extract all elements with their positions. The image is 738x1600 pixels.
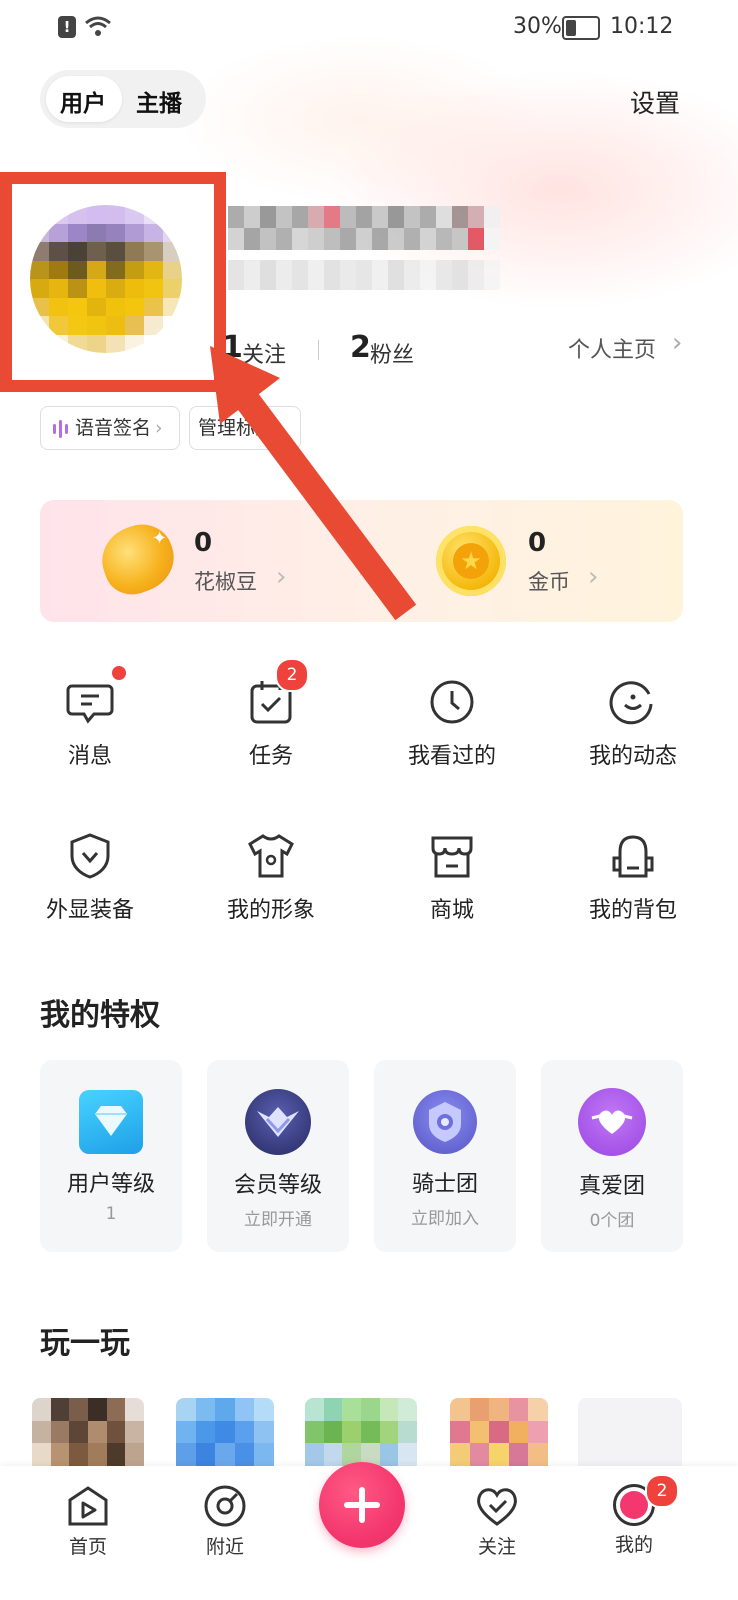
nav-mine-label: 我的 xyxy=(614,1534,653,1556)
menu-history[interactable]: 我看过的 xyxy=(372,678,532,770)
mine-badge: 2 xyxy=(645,1474,679,1508)
privilege-vip-level[interactable]: 会员等级 立即开通 xyxy=(207,1060,349,1252)
voice-signature-label: 语音签名 xyxy=(75,417,152,439)
nav-home[interactable]: 首页 xyxy=(43,1484,133,1559)
tab-user[interactable]: 用户 xyxy=(60,84,106,118)
nav-mine[interactable]: 2 我的 xyxy=(589,1474,679,1557)
knight-badge-icon xyxy=(413,1090,477,1154)
bean-icon[interactable] xyxy=(92,515,184,603)
privilege-user-level-sub: 1 xyxy=(105,1204,117,1224)
voice-wave-icon xyxy=(53,420,68,438)
nav-nearby-label: 附近 xyxy=(205,1536,244,1558)
settings-link[interactable]: 设置 xyxy=(630,84,680,120)
voice-signature-chip[interactable]: 语音签名 › xyxy=(40,406,180,450)
gold-coin-icon[interactable]: ★ xyxy=(436,526,506,596)
menu-tasks[interactable]: 2 任务 xyxy=(191,658,351,770)
moments-icon xyxy=(609,681,653,725)
role-switch[interactable]: 用户 主播 xyxy=(40,70,206,128)
status-bar: ! 30% 10:12 xyxy=(0,0,738,56)
clock: 10:12 xyxy=(610,14,674,39)
nav-follow[interactable]: 关注 xyxy=(452,1484,542,1559)
tshirt-icon xyxy=(248,834,294,878)
menu-backpack[interactable]: 我的背包 xyxy=(553,832,713,924)
diamond-icon xyxy=(79,1090,143,1154)
menu-avatar-look[interactable]: 我的形象 xyxy=(191,832,351,924)
privilege-true-love[interactable]: 真爱团 0个团 xyxy=(541,1060,683,1252)
privilege-knights-title: 骑士团 xyxy=(411,1172,478,1197)
privilege-vip-level-title: 会员等级 xyxy=(233,1173,322,1198)
play-title: 玩一玩 xyxy=(40,1326,130,1361)
privilege-user-level-title: 用户等级 xyxy=(66,1172,155,1197)
bottom-nav: 首页 附近 关注 2 我的 xyxy=(0,1462,738,1600)
user-id xyxy=(228,260,500,290)
battery-icon xyxy=(562,16,600,40)
menu-history-label: 我看过的 xyxy=(407,744,496,769)
annotation-arrow xyxy=(210,346,417,620)
chevron-right-icon: › xyxy=(155,417,163,439)
heart-badge-icon xyxy=(578,1088,646,1156)
nav-follow-label: 关注 xyxy=(477,1536,516,1558)
backpack-icon xyxy=(612,835,654,878)
homepage-link[interactable]: 个人主页 xyxy=(568,332,656,364)
chevron-right-icon: › xyxy=(672,328,683,358)
privilege-true-love-title: 真爱团 xyxy=(578,1174,645,1199)
menu-moments[interactable]: 我的动态 xyxy=(553,678,713,770)
create-button[interactable] xyxy=(319,1462,405,1548)
menu-equipment[interactable]: 外显装备 xyxy=(10,832,170,924)
privilege-true-love-sub: 0个团 xyxy=(589,1211,635,1231)
menu-backpack-label: 我的背包 xyxy=(588,898,677,923)
privilege-user-level[interactable]: 用户等级 1 xyxy=(40,1060,182,1252)
plus-icon xyxy=(344,1487,380,1523)
alert-icon: ! xyxy=(58,16,76,38)
wifi-icon xyxy=(85,16,111,36)
nickname xyxy=(228,206,500,250)
menu-tasks-label: 任务 xyxy=(248,744,293,769)
store-icon xyxy=(431,836,473,878)
nav-home-label: 首页 xyxy=(68,1536,107,1558)
tab-anchor[interactable]: 主播 xyxy=(136,84,182,118)
unread-dot xyxy=(112,666,126,680)
menu-avatar-look-label: 我的形象 xyxy=(226,898,315,923)
privileges-title: 我的特权 xyxy=(40,998,160,1033)
battery-percent: 30% xyxy=(513,14,562,39)
heart-check-icon xyxy=(477,1488,517,1526)
menu-store[interactable]: 商城 xyxy=(372,832,532,924)
privilege-knights[interactable]: 骑士团 立即加入 xyxy=(374,1060,516,1252)
vip-crest-icon xyxy=(245,1089,311,1155)
bean-sparkle-icon: ✦ xyxy=(152,528,168,549)
shield-icon xyxy=(70,833,110,879)
nearby-icon xyxy=(204,1485,246,1527)
coin-label[interactable]: 金币 xyxy=(528,566,570,596)
privilege-knights-sub: 立即加入 xyxy=(411,1209,479,1229)
message-icon xyxy=(66,684,114,724)
menu-moments-label: 我的动态 xyxy=(588,744,677,769)
chevron-right-icon: › xyxy=(588,562,599,592)
task-badge: 2 xyxy=(275,658,309,692)
coin-count[interactable]: 0 xyxy=(528,528,546,558)
menu-messages-label: 消息 xyxy=(67,744,112,769)
home-play-icon xyxy=(68,1486,108,1526)
menu-equipment-label: 外显装备 xyxy=(45,898,134,923)
nav-nearby[interactable]: 附近 xyxy=(180,1484,270,1559)
privilege-vip-level-sub: 立即开通 xyxy=(244,1210,312,1230)
menu-store-label: 商城 xyxy=(429,898,474,923)
menu-messages[interactable]: 消息 xyxy=(10,666,170,770)
clock-icon xyxy=(430,680,474,724)
